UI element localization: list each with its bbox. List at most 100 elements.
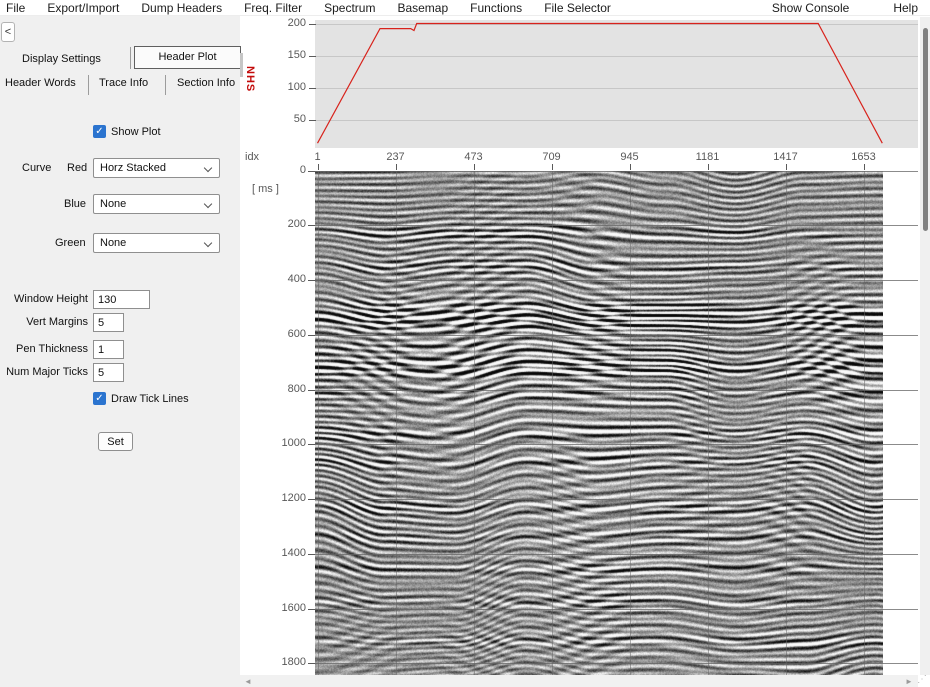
ms-tick-mark	[308, 335, 315, 336]
pen-thickness-label: Pen Thickness	[0, 343, 88, 355]
idx-tick-label: 945	[620, 151, 638, 163]
menu-bar: File Export/Import Dump Headers Freq. Fi…	[0, 0, 930, 16]
ms-tick-label: 1200	[262, 492, 306, 504]
ms-tick-mark	[308, 280, 315, 281]
vertical-scrollbar-thumb[interactable]	[923, 28, 928, 231]
curve-red-select[interactable]: Horz Stacked	[93, 158, 220, 178]
curve-blue-select[interactable]: None	[93, 194, 220, 214]
ms-tick-mark	[308, 444, 315, 445]
seismic-section-canvas[interactable]	[315, 171, 883, 675]
ms-tick-label: 800	[262, 383, 306, 395]
pen-thickness-input[interactable]	[93, 340, 124, 359]
nhs-curve-line	[318, 24, 883, 144]
window-height-label: Window Height	[0, 293, 88, 305]
seismic-horizontal-gridline	[315, 444, 918, 445]
scroll-left-arrow-icon[interactable]: ◄	[244, 677, 252, 687]
menu-freq-filter[interactable]: Freq. Filter	[233, 1, 313, 15]
num-major-ticks-label: Num Major Ticks	[0, 366, 88, 378]
nhs-y-tick-label: 50	[270, 113, 306, 125]
sidebar-scrollbar-thumb[interactable]	[240, 53, 243, 77]
ms-axis-label: [ ms ]	[252, 183, 279, 195]
nhs-y-tick-label: 150	[270, 49, 306, 61]
draw-tick-lines-checkbox[interactable]: ✓	[93, 392, 106, 405]
show-plot-checkbox[interactable]: ✓	[93, 125, 106, 138]
checkmark-icon: ✓	[95, 393, 103, 404]
seismic-vertical-gridline	[708, 171, 709, 675]
curve-green-select[interactable]: None	[93, 233, 220, 253]
curve-label: Curve	[22, 162, 51, 174]
draw-tick-lines-label: Draw Tick Lines	[111, 393, 189, 405]
seismic-horizontal-gridline	[315, 390, 918, 391]
ms-tick-mark	[308, 171, 315, 172]
seismic-horizontal-gridline	[315, 554, 918, 555]
seismic-horizontal-gridline	[315, 280, 918, 281]
idx-tick-mark	[396, 164, 397, 170]
menu-file-selector[interactable]: File Selector	[533, 1, 622, 15]
sidebar-collapse-button[interactable]: <	[1, 22, 15, 42]
idx-tick-mark	[786, 164, 787, 170]
tab-header-words[interactable]: Header Words	[5, 77, 76, 89]
menu-file[interactable]: File	[0, 1, 36, 15]
ms-tick-label: 1000	[262, 437, 306, 449]
ms-tick-label: 400	[262, 273, 306, 285]
tab-section-info[interactable]: Section Info	[177, 77, 235, 89]
idx-tick-label: 473	[464, 151, 482, 163]
resize-grip-icon[interactable]: ⋰	[917, 674, 927, 685]
menu-basemap[interactable]: Basemap	[386, 1, 459, 15]
seismic-horizontal-gridline	[315, 225, 918, 226]
curve-green-select-value: None	[100, 237, 126, 249]
show-plot-label: Show Plot	[111, 126, 161, 138]
y-tick-mark	[309, 120, 316, 121]
y-tick-mark	[309, 56, 316, 57]
ms-tick-mark	[308, 609, 315, 610]
menu-dump-headers[interactable]: Dump Headers	[130, 1, 233, 15]
seismic-vertical-gridline	[474, 171, 475, 675]
tab-separator	[130, 47, 131, 69]
seismic-horizontal-gridline	[315, 499, 918, 500]
horizontal-scrollbar-track[interactable]	[240, 675, 918, 687]
menu-spectrum[interactable]: Spectrum	[313, 1, 386, 15]
nhs-curve-plot	[315, 20, 918, 148]
idx-tick-label: 709	[542, 151, 560, 163]
set-button[interactable]: Set	[98, 432, 133, 451]
idx-tick-mark	[864, 164, 865, 170]
idx-tick-mark	[552, 164, 553, 170]
seismic-vertical-gridline	[786, 171, 787, 675]
seismic-vertical-gridline	[552, 171, 553, 675]
seismic-horizontal-gridline	[315, 663, 918, 664]
tab-separator	[88, 75, 89, 95]
ms-tick-label: 600	[262, 328, 306, 340]
ms-tick-mark	[308, 663, 315, 664]
ms-tick-label: 200	[262, 218, 306, 230]
tab-header-plot[interactable]: Header Plot	[134, 46, 241, 69]
seismic-vertical-gridline	[864, 171, 865, 675]
idx-axis-label: idx	[245, 151, 259, 163]
sidebar-panel: < Display Settings Header Plot Header Wo…	[0, 16, 240, 687]
ms-tick-label: 1800	[262, 656, 306, 668]
curve-red-select-value: Horz Stacked	[100, 162, 166, 174]
seismic-horizontal-gridline	[315, 171, 918, 172]
ms-tick-mark	[308, 554, 315, 555]
seismic-vertical-gridline	[318, 171, 319, 675]
scroll-right-arrow-icon[interactable]: ►	[905, 677, 913, 687]
window-height-input[interactable]	[93, 290, 150, 309]
ms-tick-label: 0	[262, 164, 306, 176]
nhs-axis-label: NHS	[244, 66, 256, 92]
menu-show-console[interactable]: Show Console	[761, 1, 860, 15]
chevron-down-icon	[204, 239, 212, 247]
idx-tick-mark	[318, 164, 319, 170]
nhs-y-tick-label: 100	[270, 81, 306, 93]
menu-functions[interactable]: Functions	[459, 1, 533, 15]
tab-display-settings[interactable]: Display Settings	[22, 53, 101, 65]
curve-blue-label: Blue	[64, 198, 86, 210]
menu-export-import[interactable]: Export/Import	[36, 1, 130, 15]
vert-margins-input[interactable]	[93, 313, 124, 332]
seismic-vertical-gridline	[630, 171, 631, 675]
chevron-down-icon	[204, 200, 212, 208]
menu-help[interactable]: Help	[882, 1, 930, 15]
tab-trace-info[interactable]: Trace Info	[99, 77, 148, 89]
idx-tick-label: 1417	[773, 151, 797, 163]
ms-tick-mark	[308, 499, 315, 500]
tab-separator	[165, 75, 166, 95]
num-major-ticks-input[interactable]	[93, 363, 124, 382]
